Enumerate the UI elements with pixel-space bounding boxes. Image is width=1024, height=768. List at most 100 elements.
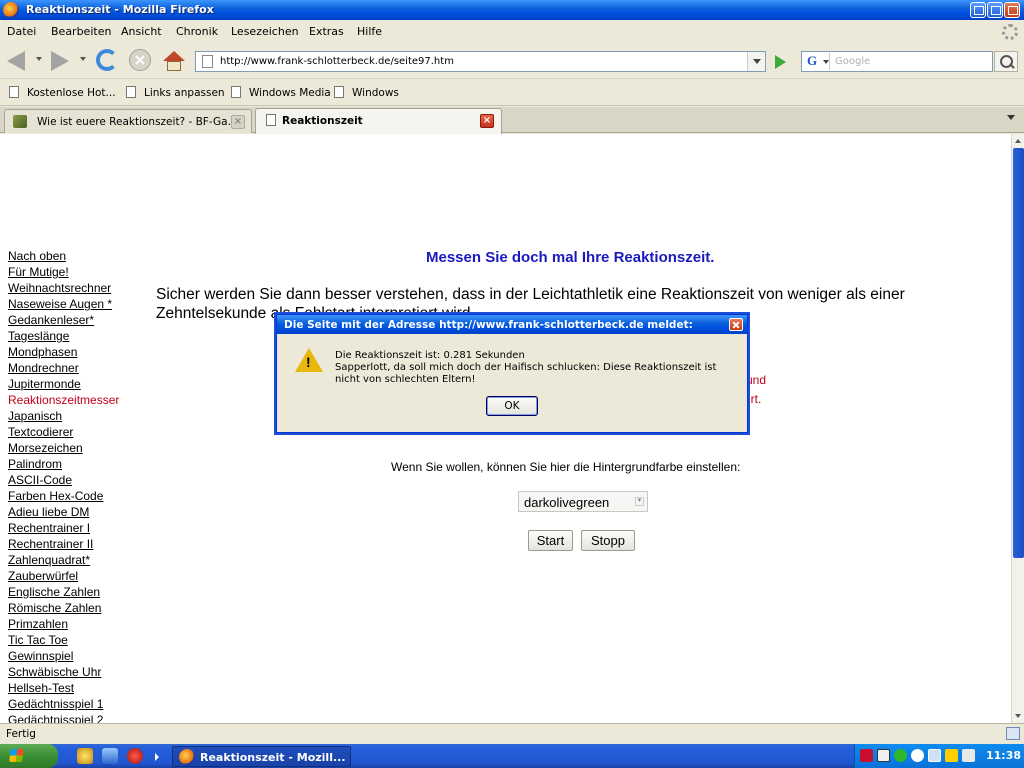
warning-icon[interactable]: [945, 749, 958, 762]
forward-button[interactable]: [46, 48, 74, 74]
sidebar-link-current: Reaktionszeitmesser: [8, 393, 120, 407]
menu-extras[interactable]: Extras: [309, 25, 344, 38]
sidebar-link[interactable]: Rechentrainer II: [8, 537, 148, 553]
sidebar-link[interactable]: Morsezeichen: [8, 441, 148, 457]
close-tab-icon[interactable]: ×: [480, 114, 494, 128]
back-history-dropdown[interactable]: [36, 57, 42, 61]
scroll-up-icon[interactable]: [1015, 139, 1021, 143]
url-history-dropdown[interactable]: [747, 52, 765, 71]
vertical-scrollbar[interactable]: [1011, 134, 1024, 723]
chevron-down-icon: ▼: [635, 497, 644, 506]
bookmark-item[interactable]: Links anpassen: [126, 86, 225, 99]
dialog-line-2: Sapperlott, da soll mich doch der Haifis…: [335, 362, 717, 385]
site-favicon: [13, 115, 27, 128]
tab-bf-games[interactable]: Wie ist euere Reaktionszeit? - BF-Ga... …: [4, 109, 252, 133]
throbber-icon: [1002, 24, 1018, 40]
reload-button[interactable]: [94, 48, 122, 74]
search-engine-icon[interactable]: G: [804, 53, 830, 70]
page-icon: [231, 86, 241, 98]
background-color-select[interactable]: darkolivegreen ▼: [518, 491, 648, 512]
page-icon: [334, 86, 344, 98]
tray-icon[interactable]: [860, 749, 873, 762]
start-button[interactable]: Start: [528, 530, 573, 551]
stop-measure-button[interactable]: Stopp: [581, 530, 635, 551]
sidebar-link[interactable]: Für Mutige!: [8, 265, 148, 281]
volume-icon[interactable]: [962, 749, 975, 762]
go-button[interactable]: [771, 52, 791, 72]
sidebar-link[interactable]: Nach oben: [8, 249, 148, 265]
back-arrow-icon: [7, 51, 25, 71]
sidebar-link[interactable]: Hellseh-Test: [8, 681, 148, 697]
sidebar-link[interactable]: Mondphasen: [8, 345, 148, 361]
bookmark-item[interactable]: Windows Media: [231, 86, 331, 99]
url-input[interactable]: [220, 54, 740, 69]
sidebar-nav: Nach oben Für Mutige! Weihnachtsrechner …: [8, 249, 148, 723]
close-tab-icon[interactable]: ×: [231, 115, 245, 129]
search-icon[interactable]: [994, 51, 1018, 72]
start-menu-button[interactable]: [0, 744, 58, 768]
quicklaunch-icon[interactable]: [77, 748, 93, 764]
sidebar-link[interactable]: Primzahlen: [8, 617, 148, 633]
tab-reaktionszeit[interactable]: Reaktionszeit ×: [255, 108, 502, 134]
minimize-button[interactable]: [970, 2, 986, 18]
sidebar-link[interactable]: Textcodierer: [8, 425, 148, 441]
back-button[interactable]: [4, 48, 32, 74]
menu-datei[interactable]: Datei: [7, 25, 36, 38]
taskbar-item-firefox[interactable]: Reaktionszeit - Mozill...: [172, 746, 351, 767]
menu-lesezeichen[interactable]: Lesezeichen: [231, 25, 299, 38]
ok-button[interactable]: OK: [486, 396, 538, 416]
menu-hilfe[interactable]: Hilfe: [357, 25, 382, 38]
sidebar-link[interactable]: Weihnachtsrechner: [8, 281, 148, 297]
sidebar-link[interactable]: Gewinnspiel: [8, 649, 148, 665]
sidebar-link[interactable]: Jupitermonde: [8, 377, 148, 393]
firefox-icon: [179, 749, 195, 765]
quicklaunch-icon[interactable]: [127, 748, 143, 764]
sidebar-link[interactable]: Japanisch: [8, 409, 148, 425]
sidebar-link[interactable]: Adieu liebe DM: [8, 505, 148, 521]
network-icon[interactable]: [928, 749, 941, 762]
url-bar[interactable]: [195, 51, 766, 72]
sidebar-link[interactable]: Gedankenleser*: [8, 313, 148, 329]
sidebar-link[interactable]: Rechentrainer I: [8, 521, 148, 537]
forward-history-dropdown[interactable]: [80, 57, 86, 61]
scroll-down-icon[interactable]: [1015, 714, 1021, 718]
tray-icon[interactable]: [877, 749, 890, 762]
dialog-message: Die Reaktionszeit ist: 0.281 Sekunden Sa…: [335, 350, 735, 386]
sidebar-link[interactable]: Gedächtnisspiel 2: [8, 713, 148, 723]
sidebar-link[interactable]: Römische Zahlen: [8, 601, 148, 617]
close-dialog-button[interactable]: [729, 318, 743, 331]
sidebar-link[interactable]: Schwäbische Uhr: [8, 665, 148, 681]
search-input[interactable]: [835, 54, 985, 69]
clock: 11:38: [986, 749, 1022, 762]
close-window-button[interactable]: [1004, 2, 1020, 18]
home-button[interactable]: [160, 48, 188, 74]
sidebar-link[interactable]: Zahlenquadrat*: [8, 553, 148, 569]
sidebar-link[interactable]: Englische Zahlen: [8, 585, 148, 601]
sidebar-link[interactable]: ASCII-Code: [8, 473, 148, 489]
tray-icon[interactable]: [911, 749, 924, 762]
bookmark-item[interactable]: Kostenlose Hot...: [9, 86, 116, 99]
maximize-button[interactable]: [987, 2, 1003, 18]
list-all-tabs-icon[interactable]: [1007, 115, 1015, 120]
menu-chronik[interactable]: Chronik: [176, 25, 218, 38]
scroll-thumb[interactable]: [1013, 148, 1024, 558]
tray-icon[interactable]: [894, 749, 907, 762]
sidebar-link[interactable]: Tic Tac Toe: [8, 633, 148, 649]
menu-ansicht[interactable]: Ansicht: [121, 25, 162, 38]
menu-bearbeiten[interactable]: Bearbeiten: [51, 25, 111, 38]
stop-button[interactable]: ×: [127, 48, 155, 74]
sidebar-link[interactable]: Tageslänge: [8, 329, 148, 345]
sidebar-link[interactable]: Palindrom: [8, 457, 148, 473]
sidebar-link[interactable]: Zauberwürfel: [8, 569, 148, 585]
sidebar-link[interactable]: Gedächtnisspiel 1: [8, 697, 148, 713]
quicklaunch-more-icon[interactable]: [155, 753, 159, 761]
sidebar-link[interactable]: Naseweise Augen *: [8, 297, 148, 313]
bookmark-item[interactable]: Windows: [334, 86, 399, 99]
sidebar-link[interactable]: Farben Hex-Code: [8, 489, 148, 505]
sidebar-link[interactable]: Mondrechner: [8, 361, 148, 377]
status-bar-icon[interactable]: [1006, 727, 1020, 740]
firefox-window: Reaktionszeit - Mozilla Firefox Datei Be…: [0, 0, 1024, 768]
alert-dialog: Die Seite mit der Adresse http://www.fra…: [276, 314, 748, 433]
quicklaunch-icon[interactable]: [102, 748, 118, 764]
search-bar[interactable]: G: [801, 51, 993, 72]
